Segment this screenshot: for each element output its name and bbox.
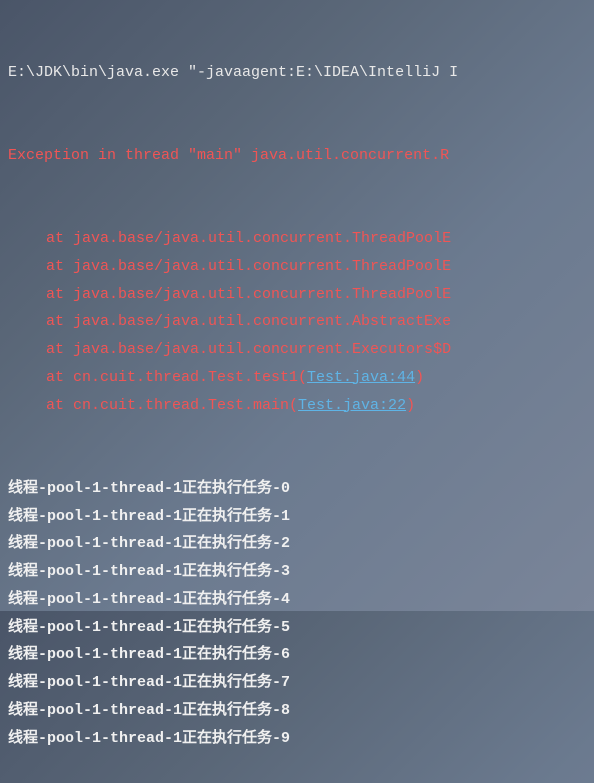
output-line: 线程-pool-1-thread-1正在执行任务-5 bbox=[8, 614, 586, 642]
output-line: 线程-pool-1-thread-1正在执行任务-8 bbox=[8, 697, 586, 725]
console-output: E:\JDK\bin\java.exe "-javaagent:E:\IDEA\… bbox=[0, 0, 594, 783]
stack-frame: at java.base/java.util.concurrent.Thread… bbox=[8, 225, 586, 253]
stack-frame-text: at cn.cuit.thread.Test.test1( bbox=[46, 369, 307, 386]
exception-line: Exception in thread "main" java.util.con… bbox=[8, 142, 586, 170]
stack-frame: at java.base/java.util.concurrent.Execut… bbox=[8, 336, 586, 364]
stack-frame: at cn.cuit.thread.Test.test1(Test.java:4… bbox=[8, 364, 586, 392]
output-line: 线程-pool-1-thread-1正在执行任务-4 bbox=[8, 586, 586, 614]
stack-frame-text: at java.base/java.util.concurrent.Abstra… bbox=[46, 313, 451, 330]
stack-frame: at java.base/java.util.concurrent.Abstra… bbox=[8, 308, 586, 336]
stack-frame-text: at java.base/java.util.concurrent.Thread… bbox=[46, 230, 451, 247]
output-line: 线程-pool-1-thread-1正在执行任务-1 bbox=[8, 503, 586, 531]
output-line: 线程-pool-1-thread-1正在执行任务-7 bbox=[8, 669, 586, 697]
command-line: E:\JDK\bin\java.exe "-javaagent:E:\IDEA\… bbox=[8, 59, 586, 87]
output-line: 线程-pool-1-thread-1正在执行任务-3 bbox=[8, 558, 586, 586]
output-line: 线程-pool-1-thread-1正在执行任务-6 bbox=[8, 641, 586, 669]
stack-trace: at java.base/java.util.concurrent.Thread… bbox=[8, 225, 586, 419]
stack-frame: at java.base/java.util.concurrent.Thread… bbox=[8, 281, 586, 309]
stack-frame: at java.base/java.util.concurrent.Thread… bbox=[8, 253, 586, 281]
stack-frame: at cn.cuit.thread.Test.main(Test.java:22… bbox=[8, 392, 586, 420]
stack-frame-suffix: ) bbox=[415, 369, 424, 386]
output-line: 线程-pool-1-thread-1正在执行任务-9 bbox=[8, 725, 586, 753]
output-line: 线程-pool-1-thread-1正在执行任务-0 bbox=[8, 475, 586, 503]
stack-frame-text: at cn.cuit.thread.Test.main( bbox=[46, 397, 298, 414]
output-line: 线程-pool-1-thread-1正在执行任务-2 bbox=[8, 530, 586, 558]
stack-frame-text: at java.base/java.util.concurrent.Thread… bbox=[46, 286, 451, 303]
source-link[interactable]: Test.java:44 bbox=[307, 369, 415, 386]
program-output: 线程-pool-1-thread-1正在执行任务-0线程-pool-1-thre… bbox=[8, 475, 586, 753]
stack-frame-text: at java.base/java.util.concurrent.Thread… bbox=[46, 258, 451, 275]
source-link[interactable]: Test.java:22 bbox=[298, 397, 406, 414]
stack-frame-text: at java.base/java.util.concurrent.Execut… bbox=[46, 341, 451, 358]
stack-frame-suffix: ) bbox=[406, 397, 415, 414]
